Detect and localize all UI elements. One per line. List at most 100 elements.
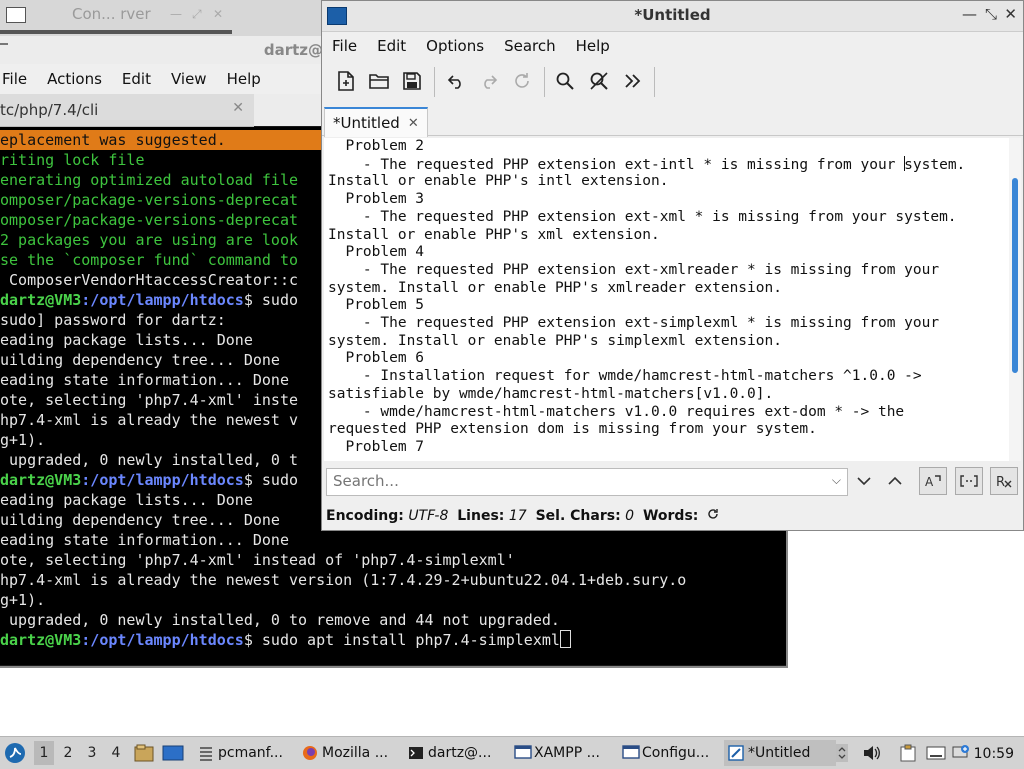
desktop-1[interactable]: 1 xyxy=(34,741,54,765)
window-icon xyxy=(622,745,640,761)
editor-line: system. Install or enable PHP's simplexm… xyxy=(328,332,782,349)
show-desktop-icon[interactable] xyxy=(162,741,184,765)
prompt-command: $ sudo xyxy=(243,471,299,489)
open-folder-icon[interactable] xyxy=(365,67,393,95)
regex-icon[interactable]: R xyxy=(990,467,1018,495)
menu-options[interactable]: Options xyxy=(416,37,494,55)
find-icon[interactable] xyxy=(551,67,579,95)
svg-text:R: R xyxy=(996,475,1005,489)
chevron-down-icon[interactable]: ⌵ xyxy=(832,473,841,488)
save-icon[interactable] xyxy=(398,67,426,95)
editor-tab[interactable]: *Untitled ✕ xyxy=(324,107,428,137)
search-input[interactable] xyxy=(327,469,819,493)
menu-view[interactable]: View xyxy=(161,70,217,88)
menu-edit[interactable]: Edit xyxy=(112,70,161,88)
search-field[interactable]: ⌵ xyxy=(326,468,848,496)
close-icon[interactable]: ✕ xyxy=(213,7,223,21)
editor-line: Problem 6 xyxy=(328,350,425,367)
firefox-icon xyxy=(302,745,318,761)
menu-search[interactable]: Search xyxy=(494,37,566,55)
terminal-line: ote, selecting 'php7.4-xml' inste xyxy=(0,391,299,409)
terminal-line: omposer/package-versions-deprecat xyxy=(0,191,299,209)
terminal-line: ComposerVendorHtaccessCreator::c xyxy=(0,271,299,289)
new-file-icon[interactable] xyxy=(332,67,360,95)
close-tab-icon[interactable]: ✕ xyxy=(232,100,244,116)
menu-file[interactable]: File xyxy=(322,37,367,55)
terminal-titlebar[interactable]: dartz@ xyxy=(0,36,323,64)
minimize-icon[interactable]: — xyxy=(170,7,182,21)
task-xampp[interactable]: XAMPP ... xyxy=(510,740,622,766)
background-window-title: Con... rver xyxy=(72,5,151,23)
menu-help[interactable]: Help xyxy=(566,37,620,55)
maximize-icon[interactable]: ⤡ xyxy=(985,5,997,23)
terminal-tab[interactable]: tc/php/7.4/cli ✕ xyxy=(0,94,254,127)
editor-window: *Untitled — ⤡ ✕ File Edit Options Search… xyxy=(321,0,1024,531)
terminal-line: upgraded, 0 newly installed, 0 t xyxy=(0,451,299,469)
terminal-title: dartz@ xyxy=(263,41,323,59)
terminal-line: uilding dependency tree... Done xyxy=(0,351,280,369)
volume-icon[interactable] xyxy=(862,741,882,765)
editor-line: Problem 7 xyxy=(328,438,425,455)
undo-icon[interactable] xyxy=(442,67,470,95)
menu-actions[interactable]: Actions xyxy=(37,70,112,88)
menu-file[interactable]: File xyxy=(0,70,37,88)
desktop-2[interactable]: 2 xyxy=(58,741,78,765)
lines-label: Lines: xyxy=(457,508,505,524)
task-configure[interactable]: Configu... xyxy=(618,740,726,766)
toolbar-separator xyxy=(434,67,435,97)
desktop-4[interactable]: 4 xyxy=(106,741,126,765)
start-menu-icon[interactable] xyxy=(4,741,26,765)
text-caret xyxy=(904,155,906,171)
find-next-icon[interactable] xyxy=(850,467,878,495)
prompt-user: dartz@VM3 xyxy=(0,471,82,489)
close-tab-icon[interactable]: ✕ xyxy=(408,116,419,131)
refresh-word-count-icon[interactable] xyxy=(707,508,719,524)
terminal-line: riting lock file xyxy=(0,151,145,169)
editor-line: Install or enable PHP's xml extension. xyxy=(328,226,660,243)
encoding-label: Encoding: xyxy=(326,508,404,524)
scroll-arrows-icon[interactable] xyxy=(836,741,848,765)
reload-icon[interactable] xyxy=(508,67,536,95)
clock[interactable]: 10:59 xyxy=(974,742,1014,766)
desktop-3[interactable]: 3 xyxy=(82,741,102,765)
background-window-titlebar[interactable]: Con... rver — ⤢ ✕ xyxy=(0,0,322,37)
task-editor[interactable]: *Untitled xyxy=(724,740,836,766)
task-label: XAMPP ... xyxy=(534,745,600,761)
more-icon[interactable] xyxy=(619,67,647,95)
menu-help[interactable]: Help xyxy=(217,70,271,88)
editor-line: satisfiable by wmde/hamcrest-html-matche… xyxy=(328,385,774,402)
editor-titlebar[interactable]: *Untitled — ⤡ ✕ xyxy=(322,1,1023,32)
editor-scrollbar[interactable] xyxy=(1009,138,1021,461)
toolbar-separator xyxy=(544,67,545,97)
redo-icon[interactable] xyxy=(475,67,503,95)
scrollbar-thumb[interactable] xyxy=(1012,178,1018,373)
terminal-line: dartz@VM3:/opt/lampp/htdocs$ sudo xyxy=(0,470,298,490)
terminal-line: eading package lists... Done xyxy=(0,331,253,349)
terminal-tab-label: tc/php/7.4/cli xyxy=(0,101,99,119)
task-terminal[interactable]: dartz@... xyxy=(404,740,512,766)
maximize-icon[interactable]: ⤢ xyxy=(192,7,202,22)
terminal-line: g+1). xyxy=(0,591,46,609)
match-case-icon[interactable]: A xyxy=(919,467,947,495)
replace-icon[interactable] xyxy=(585,67,613,95)
terminal-line: hp7.4-xml is already the newest v xyxy=(0,411,299,429)
sel-chars-value: 0 xyxy=(625,508,635,524)
whole-word-icon[interactable] xyxy=(955,467,983,495)
editor-line: - wmde/hamcrest-html-matchers v1.0.0 req… xyxy=(328,403,905,420)
file-manager-launcher-icon[interactable] xyxy=(134,741,154,765)
network-icon[interactable] xyxy=(952,741,970,765)
task-firefox[interactable]: Mozilla ... xyxy=(298,740,406,766)
close-icon[interactable]: ✕ xyxy=(1004,5,1017,23)
minimize-icon[interactable]: — xyxy=(962,5,977,23)
file-list-icon xyxy=(198,745,214,761)
prompt-user: dartz@VM3 xyxy=(0,631,82,649)
find-previous-icon[interactable] xyxy=(881,467,909,495)
editor-text-area[interactable]: Problem 2 - The requested PHP extension … xyxy=(324,138,1009,461)
prompt-command: $ sudo xyxy=(243,291,299,309)
keyboard-icon[interactable] xyxy=(926,741,946,765)
task-pcmanfm[interactable]: pcmanf... xyxy=(194,740,302,766)
editor-toolbar xyxy=(322,63,1023,103)
clipboard-icon[interactable] xyxy=(900,741,916,765)
terminal-line: dartz@VM3:/opt/lampp/htdocs$ sudo xyxy=(0,290,298,310)
menu-edit[interactable]: Edit xyxy=(367,37,416,55)
